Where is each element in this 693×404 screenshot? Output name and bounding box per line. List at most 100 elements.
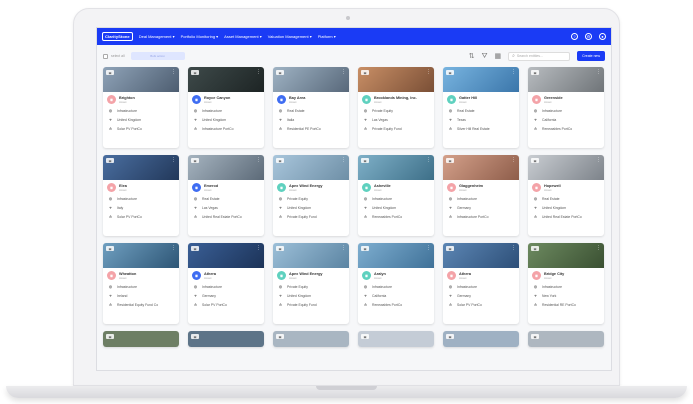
asset-card[interactable]: ▣ ⋮ ◉ Gatter Hill Asset ◍ Real Estate ⌖ Te…: [443, 67, 519, 148]
nav-deal-management[interactable]: Deal Management ▾: [139, 34, 175, 39]
asset-card-partial[interactable]: ▣: [188, 331, 264, 347]
asset-card[interactable]: ▣ ⋮ ◉ Apex Wind Energy Asset ◍ Private Eq…: [273, 155, 349, 236]
card-thumbnail: ▣ ⋮: [443, 155, 519, 180]
globe-icon: ◍: [278, 284, 283, 289]
grid-view-icon[interactable]: ▦: [494, 53, 501, 60]
asset-avatar-icon: ◉: [532, 271, 541, 280]
help-icon[interactable]: ?: [571, 33, 578, 40]
more-icon[interactable]: ⋮: [256, 245, 261, 251]
asset-card[interactable]: ▣ ⋮ ◉ Brighton Asset ◍ Infrastructure ⌖ Un…: [103, 67, 179, 148]
asset-fund: Solar PV PortCo: [457, 302, 482, 307]
asset-location-row: ⌖ United Kingdom: [533, 205, 599, 210]
asset-card[interactable]: ▣ ⋮ ◉ Apex Wind Energy Asset ◍ Private Eq…: [273, 243, 349, 324]
asset-type: Asset: [459, 187, 467, 192]
image-icon: ▣: [446, 246, 454, 251]
asset-location-row: ⌖ Germany: [193, 293, 259, 298]
hierarchy-icon: ⋔: [193, 126, 198, 131]
more-icon[interactable]: ⋮: [511, 245, 516, 251]
asset-fund-row: ⋔ Renewables PortCo: [363, 214, 429, 219]
card-thumbnail: ▣ ⋮: [103, 155, 179, 180]
more-icon[interactable]: ⋮: [171, 157, 176, 163]
asset-avatar-icon: ◉: [277, 271, 286, 280]
asset-card[interactable]: ▣ ⋮ ◉ Asheville Asset ◍ Infrastructure ⌖ U…: [358, 155, 434, 236]
asset-avatar-icon: ◉: [277, 183, 286, 192]
more-icon[interactable]: ⋮: [341, 157, 346, 163]
asset-card[interactable]: ▣ ⋮ ◉ Emerod Asset ◍ Real Estate ⌖ Las Veg…: [188, 155, 264, 236]
search-placeholder: Search entities...: [516, 54, 543, 58]
more-icon[interactable]: ⋮: [171, 69, 176, 75]
app-logo[interactable]: ClarityStone: [102, 32, 133, 41]
asset-card-partial[interactable]: ▣: [273, 331, 349, 347]
asset-location-row: ⌖ Germany: [448, 293, 514, 298]
image-icon: ▣: [531, 246, 539, 251]
more-icon[interactable]: ⋮: [256, 69, 261, 75]
asset-card-partial[interactable]: ▣: [358, 331, 434, 347]
asset-card[interactable]: ▣ ⋮ ◉ Elea Asset ◍ Infrastructure ⌖ Italy …: [103, 155, 179, 236]
asset-sector-row: ◍ Real Estate: [448, 108, 514, 113]
search-input[interactable]: ⌕ Search entities...: [508, 51, 571, 61]
image-icon: ▣: [276, 158, 284, 163]
more-icon[interactable]: ⋮: [426, 69, 431, 75]
settings-icon[interactable]: ⚙: [585, 33, 592, 40]
asset-card[interactable]: ▣ ⋮ ◉ Royce Canyon Asset ◍ Infrastructure…: [188, 67, 264, 148]
asset-card[interactable]: ▣ ⋮ ◉ Aralyn Asset ◍ Infrastructure ⌖ Cali…: [358, 243, 434, 324]
toolbar: select all Bulk action ⇅ ⛛ ▦ ⌕ Search en…: [97, 45, 611, 67]
asset-avatar-icon: ◉: [192, 183, 201, 192]
globe-icon: ◍: [193, 196, 198, 201]
asset-type: Asset: [204, 187, 212, 192]
asset-card-partial[interactable]: ▣: [103, 331, 179, 347]
card-thumbnail: ▣ ⋮: [358, 243, 434, 268]
filter-icon[interactable]: ⛛: [482, 53, 488, 60]
more-icon[interactable]: ⋮: [596, 69, 601, 75]
asset-card[interactable]: ▣ ⋮ ◉ Athera Asset ◍ Infrastructure ⌖ Germ…: [188, 243, 264, 324]
more-icon[interactable]: ⋮: [596, 245, 601, 251]
sort-icon[interactable]: ⇅: [469, 53, 475, 60]
hierarchy-icon: ⋔: [533, 126, 538, 131]
more-icon[interactable]: ⋮: [256, 157, 261, 163]
nav-portfolio-monitoring[interactable]: Portfolio Monitoring ▾: [181, 34, 219, 39]
asset-card[interactable]: ▣ ⋮ ◉ Wheatton Asset ◍ Infrastructure ⌖ Ir…: [103, 243, 179, 324]
image-icon: ▣: [106, 70, 114, 75]
more-icon[interactable]: ⋮: [341, 245, 346, 251]
asset-type: Asset: [119, 187, 127, 192]
more-icon[interactable]: ⋮: [511, 157, 516, 163]
asset-location: Germany: [457, 293, 471, 298]
asset-card[interactable]: ▣ ⋮ ◉ Glaggenheim Asset ◍ Infrastructure …: [443, 155, 519, 236]
nav-platform[interactable]: Platform ▾: [318, 34, 336, 39]
asset-sector-row: ◍ Real Estate: [533, 196, 599, 201]
asset-card[interactable]: ▣ ⋮ ◉ Greenside Asset ◍ Infrastructure ⌖ C…: [528, 67, 604, 148]
asset-location-row: ⌖ Texas: [448, 117, 514, 122]
create-new-button[interactable]: Create new: [577, 51, 605, 61]
laptop-notch: [316, 386, 377, 390]
card-thumbnail: ▣ ⋮: [443, 243, 519, 268]
asset-fund-row: ⋔ Residential PE PortCo: [278, 126, 344, 131]
asset-location: United Kingdom: [542, 205, 567, 210]
asset-card[interactable]: ▣ ⋮ ◉ Bay Area Asset ◍ Real Estate ⌖ Itali…: [273, 67, 349, 148]
select-all-label: select all: [111, 54, 125, 58]
user-icon[interactable]: ●: [599, 33, 606, 40]
more-icon[interactable]: ⋮: [426, 157, 431, 163]
more-icon[interactable]: ⋮: [596, 157, 601, 163]
asset-sector: Infrastructure: [457, 196, 477, 201]
top-nav: ClarityStone Deal Management ▾ Portfolio…: [97, 28, 611, 45]
nav-valuation-management[interactable]: Valuation Management ▾: [268, 34, 312, 39]
asset-location-row: ⌖ Italia: [278, 117, 344, 122]
asset-card[interactable]: ▣ ⋮ ◉ Brooklands Mining, Inc. Asset ◍ Pri…: [358, 67, 434, 148]
hierarchy-icon: ⋔: [448, 214, 453, 219]
asset-card[interactable]: ▣ ⋮ ◉ Bridge City Asset ◍ Infrastructure …: [528, 243, 604, 324]
more-icon[interactable]: ⋮: [426, 245, 431, 251]
select-all-checkbox[interactable]: select all: [103, 53, 125, 59]
asset-card-partial[interactable]: ▣: [443, 331, 519, 347]
asset-location: Ireland: [117, 293, 128, 298]
bulk-action-button[interactable]: Bulk action: [130, 52, 185, 60]
more-icon[interactable]: ⋮: [171, 245, 176, 251]
nav-asset-management[interactable]: Asset Management ▾: [224, 34, 262, 39]
asset-card[interactable]: ▣ ⋮ ◉ Hopewell Asset ◍ Real Estate ⌖ Unite…: [528, 155, 604, 236]
more-icon[interactable]: ⋮: [511, 69, 516, 75]
more-icon[interactable]: ⋮: [341, 69, 346, 75]
asset-card-partial[interactable]: ▣: [528, 331, 604, 347]
asset-card[interactable]: ▣ ⋮ ◉ Athera Asset ◍ Infrastructure ⌖ Germ…: [443, 243, 519, 324]
location-pin-icon: ⌖: [109, 205, 112, 210]
asset-fund: Silver Hill Real Estate: [457, 126, 490, 131]
image-icon: ▣: [106, 246, 114, 251]
